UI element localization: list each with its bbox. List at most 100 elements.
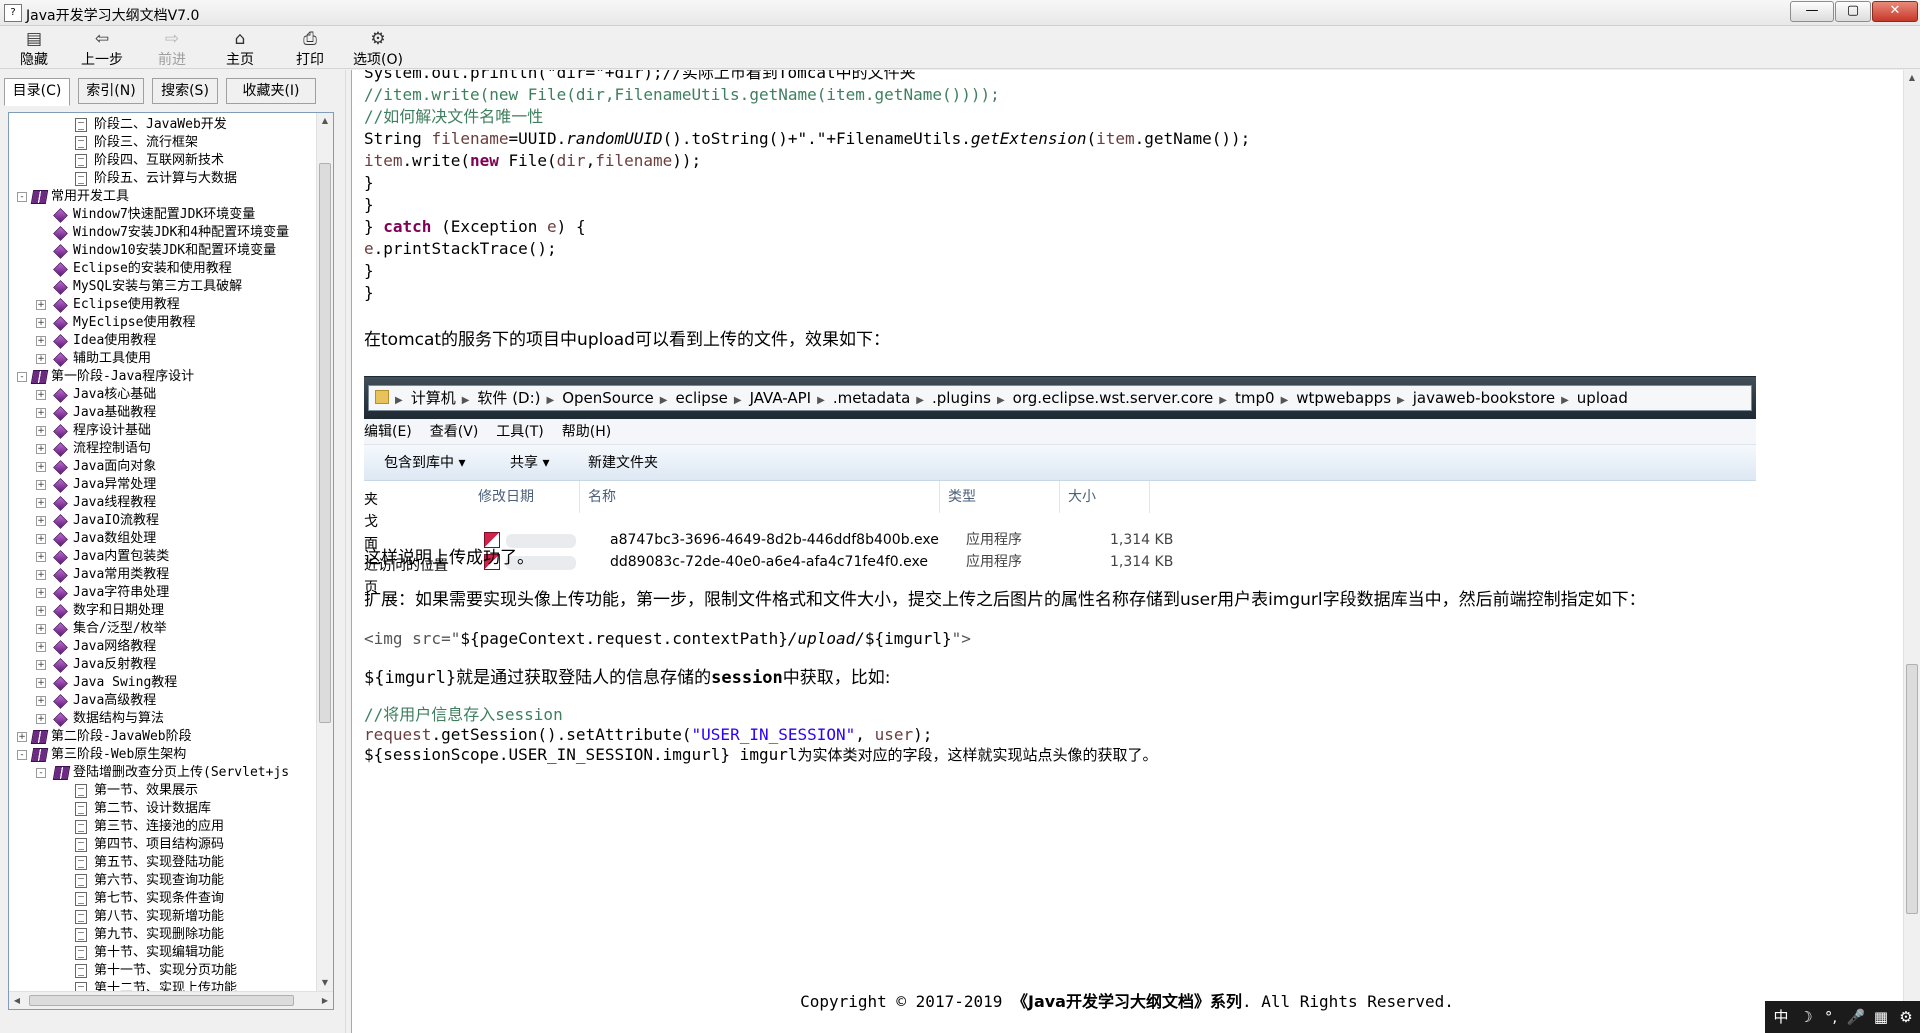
scroll-right-icon[interactable]: ▶ xyxy=(317,992,333,1009)
expand-icon[interactable]: + xyxy=(36,534,46,544)
tree-item[interactable]: - 登陆增删改查分页上传(Servlet+js xyxy=(9,764,315,782)
collapse-icon[interactable]: - xyxy=(17,372,27,382)
tree-item[interactable]: 第十一节、实现分页功能 xyxy=(9,962,315,980)
tree-item[interactable]: + Java网络教程 xyxy=(9,638,315,656)
content-vertical-scrollbar[interactable]: ▲ ▼ xyxy=(1903,70,1920,1033)
tree-item[interactable]: 阶段三、流行框架 xyxy=(9,134,315,152)
expand-icon[interactable]: + xyxy=(36,606,46,616)
keyboard-icon[interactable]: ▦ xyxy=(1871,1001,1891,1033)
tree-item[interactable]: 第三节、连接池的应用 xyxy=(9,818,315,836)
tree-item[interactable]: + Java反射教程 xyxy=(9,656,315,674)
minimize-button[interactable]: — xyxy=(1790,1,1834,22)
contents-tree[interactable]: 阶段二、JavaWeb开发 阶段三、流行框架 阶段四、互联网新技术 阶段五、云计算与大… xyxy=(8,112,334,1010)
tree-item[interactable]: 第四节、项目结构源码 xyxy=(9,836,315,854)
tree-item[interactable]: Window10安装JDK和配置环境变量 xyxy=(9,242,315,260)
tree-item[interactable]: + Java Swing教程 xyxy=(9,674,315,692)
punctuation-icon[interactable]: °, xyxy=(1821,1001,1841,1033)
tree-item[interactable]: + 集合/泛型/枚举 xyxy=(9,620,315,638)
collapse-icon[interactable]: - xyxy=(17,750,27,760)
expand-icon[interactable]: + xyxy=(36,516,46,526)
toolbar-button-back[interactable]: ⇦ 上一步 xyxy=(70,29,134,68)
pane-splitter[interactable] xyxy=(345,70,352,1033)
ime-chinese-mode-button[interactable]: 中 xyxy=(1771,1001,1791,1033)
expand-icon[interactable]: + xyxy=(36,714,46,724)
collapse-icon[interactable]: - xyxy=(36,768,46,778)
tree-horizontal-scrollbar[interactable]: ◀ ▶ xyxy=(9,991,333,1009)
expand-icon[interactable]: + xyxy=(36,552,46,562)
tab-favorites[interactable]: 收藏夹(I) xyxy=(226,78,316,104)
tree-item[interactable]: + 程序设计基础 xyxy=(9,422,315,440)
tree-item[interactable]: 第五节、实现登陆功能 xyxy=(9,854,315,872)
tree-item[interactable]: + Idea使用教程 xyxy=(9,332,315,350)
tree-item[interactable]: + Java基础教程 xyxy=(9,404,315,422)
expand-icon[interactable]: + xyxy=(36,642,46,652)
tree-item[interactable]: 第九节、实现删除功能 xyxy=(9,926,315,944)
tree-item[interactable]: 第七节、实现条件查询 xyxy=(9,890,315,908)
scroll-left-icon[interactable]: ◀ xyxy=(9,992,25,1009)
collapse-icon[interactable]: - xyxy=(17,192,27,202)
gear-icon[interactable]: ⚙ xyxy=(1896,1001,1916,1033)
tree-item[interactable]: + Java面向对象 xyxy=(9,458,315,476)
expand-icon[interactable]: + xyxy=(36,696,46,706)
expand-icon[interactable]: + xyxy=(36,498,46,508)
expand-icon[interactable]: + xyxy=(36,624,46,634)
tree-item[interactable]: + 数据结构与算法 xyxy=(9,710,315,728)
scroll-down-icon[interactable]: ▼ xyxy=(317,975,333,991)
expand-icon[interactable]: + xyxy=(36,678,46,688)
tab-contents[interactable]: 目录(C) xyxy=(4,78,70,106)
content-scroll-thumb[interactable] xyxy=(1906,664,1918,914)
expand-icon[interactable]: + xyxy=(36,390,46,400)
toolbar-button-options[interactable]: ⚙ 选项(O) xyxy=(346,29,410,68)
scroll-up-icon[interactable]: ▲ xyxy=(1904,70,1920,86)
tree-item[interactable]: MySQL安装与第三方工具破解 xyxy=(9,278,315,296)
tree-item[interactable]: + 辅助工具使用 xyxy=(9,350,315,368)
expand-icon[interactable]: + xyxy=(36,336,46,346)
tree-item[interactable]: + Java线程教程 xyxy=(9,494,315,512)
expand-icon[interactable]: + xyxy=(36,318,46,328)
expand-icon[interactable]: + xyxy=(36,408,46,418)
scroll-up-icon[interactable]: ▲ xyxy=(317,113,333,129)
tree-item[interactable]: 阶段二、JavaWeb开发 xyxy=(9,116,315,134)
moon-icon[interactable]: ☽ xyxy=(1796,1001,1816,1033)
tree-item[interactable]: + Java核心基础 xyxy=(9,386,315,404)
expand-icon[interactable]: + xyxy=(36,444,46,454)
tree-item[interactable]: + Java异常处理 xyxy=(9,476,315,494)
expand-icon[interactable]: + xyxy=(36,426,46,436)
expand-icon[interactable]: + xyxy=(17,732,27,742)
tab-index[interactable]: 索引(N) xyxy=(78,78,144,104)
tree-scroll-thumb[interactable] xyxy=(319,163,331,723)
toolbar-button-forward[interactable]: ⇨ 前进 xyxy=(140,29,204,68)
expand-icon[interactable]: + xyxy=(36,660,46,670)
tree-item[interactable]: + Java字符串处理 xyxy=(9,584,315,602)
tab-search[interactable]: 搜索(S) xyxy=(152,78,218,104)
toolbar-button-print[interactable]: ⎙ 打印 xyxy=(278,29,342,68)
tree-item[interactable]: - 第一阶段-Java程序设计 xyxy=(9,368,315,386)
tree-item[interactable]: 阶段四、互联网新技术 xyxy=(9,152,315,170)
expand-icon[interactable]: + xyxy=(36,354,46,364)
expand-icon[interactable]: + xyxy=(36,570,46,580)
tree-item[interactable]: + Java高级教程 xyxy=(9,692,315,710)
tree-item[interactable]: Window7安装JDK和4种配置环境变量 xyxy=(9,224,315,242)
expand-icon[interactable]: + xyxy=(36,588,46,598)
tree-item[interactable]: + JavaIO流教程 xyxy=(9,512,315,530)
tree-item[interactable]: + MyEclipse使用教程 xyxy=(9,314,315,332)
tree-item[interactable]: + 流程控制语句 xyxy=(9,440,315,458)
tree-hscroll-thumb[interactable] xyxy=(29,995,294,1006)
tree-item[interactable]: + 第二阶段-JavaWeb阶段 xyxy=(9,728,315,746)
tree-item[interactable]: + Java数组处理 xyxy=(9,530,315,548)
toolbar-button-hide[interactable]: ▤ 隐藏 xyxy=(2,29,66,68)
tree-item[interactable]: 第八节、实现新增功能 xyxy=(9,908,315,926)
close-button[interactable]: ✕ xyxy=(1872,1,1918,22)
tree-item[interactable]: + 数字和日期处理 xyxy=(9,602,315,620)
microphone-icon[interactable]: 🎤 xyxy=(1846,1001,1866,1033)
tree-item[interactable]: Window7快速配置JDK环境变量 xyxy=(9,206,315,224)
tree-item[interactable]: 第一节、效果展示 xyxy=(9,782,315,800)
expand-icon[interactable]: + xyxy=(36,300,46,310)
tree-item[interactable]: 第二节、设计数据库 xyxy=(9,800,315,818)
tree-item[interactable]: + Java常用类教程 xyxy=(9,566,315,584)
tree-item[interactable]: 第六节、实现查询功能 xyxy=(9,872,315,890)
tree-item[interactable]: Eclipse的安装和使用教程 xyxy=(9,260,315,278)
tree-item[interactable]: + Java内置包装类 xyxy=(9,548,315,566)
expand-icon[interactable]: + xyxy=(36,480,46,490)
tree-item[interactable]: - 常用开发工具 xyxy=(9,188,315,206)
